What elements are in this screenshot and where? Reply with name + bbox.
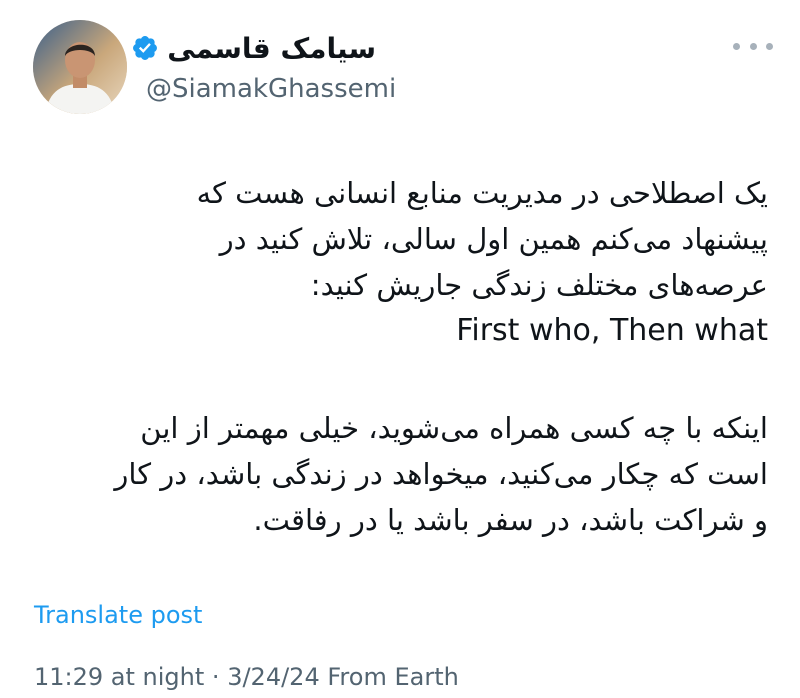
tweet-text-line: و شراکت باشد، در سفر باشد یا در رفاقت. [253, 503, 768, 537]
tweet-card: سیامک قاسمی @SiamakGhassemi یک اصطلاحی د… [0, 0, 800, 698]
translate-post-link[interactable]: Translate post [34, 601, 202, 629]
tweet-time[interactable]: 11:29 at night [34, 663, 204, 691]
tweet-meta: 11:29 at night · 3/24/24 From Earth [34, 663, 459, 691]
tweet-text-line: First who, Then what [456, 313, 768, 348]
verified-badge-icon [133, 36, 158, 60]
author-display-name[interactable]: سیامک قاسمی [167, 32, 376, 65]
tweet-text-line: عرصه‌های مختلف زندگی جاریش کنید: [310, 268, 768, 302]
author-name-row: سیامک قاسمی [131, 28, 376, 68]
avatar[interactable] [33, 20, 127, 114]
tweet-text-line: یک اصطلاحی در مدیریت منابع انسانی هست که [196, 176, 768, 210]
more-dot-icon [749, 42, 757, 50]
meta-separator: · [211, 663, 220, 691]
tweet-text-paragraph-2: اینکه با چه کسی همراه می‌شوید، خیلی مهمت… [28, 405, 768, 543]
more-dot-icon [766, 42, 773, 50]
tweet-text-line: اینکه با چه کسی همراه می‌شوید، خیلی مهمت… [140, 411, 768, 445]
more-dot-icon [733, 42, 740, 50]
tweet-text-line: است که چکار می‌کنید، میخواهد در زندگی با… [114, 457, 768, 491]
tweet-text-paragraph-1: یک اصطلاحی در مدیریت منابع انسانی هست که… [28, 170, 768, 354]
tweet-source: From Earth [327, 663, 459, 691]
tweet-date[interactable]: 3/24/24 [227, 663, 320, 691]
more-options-button[interactable] [733, 36, 773, 56]
author-handle[interactable]: @SiamakGhassemi [146, 74, 396, 104]
tweet-text-line: پیشنهاد می‌کنم همین اول سالی، تلاش کنید … [219, 222, 768, 256]
